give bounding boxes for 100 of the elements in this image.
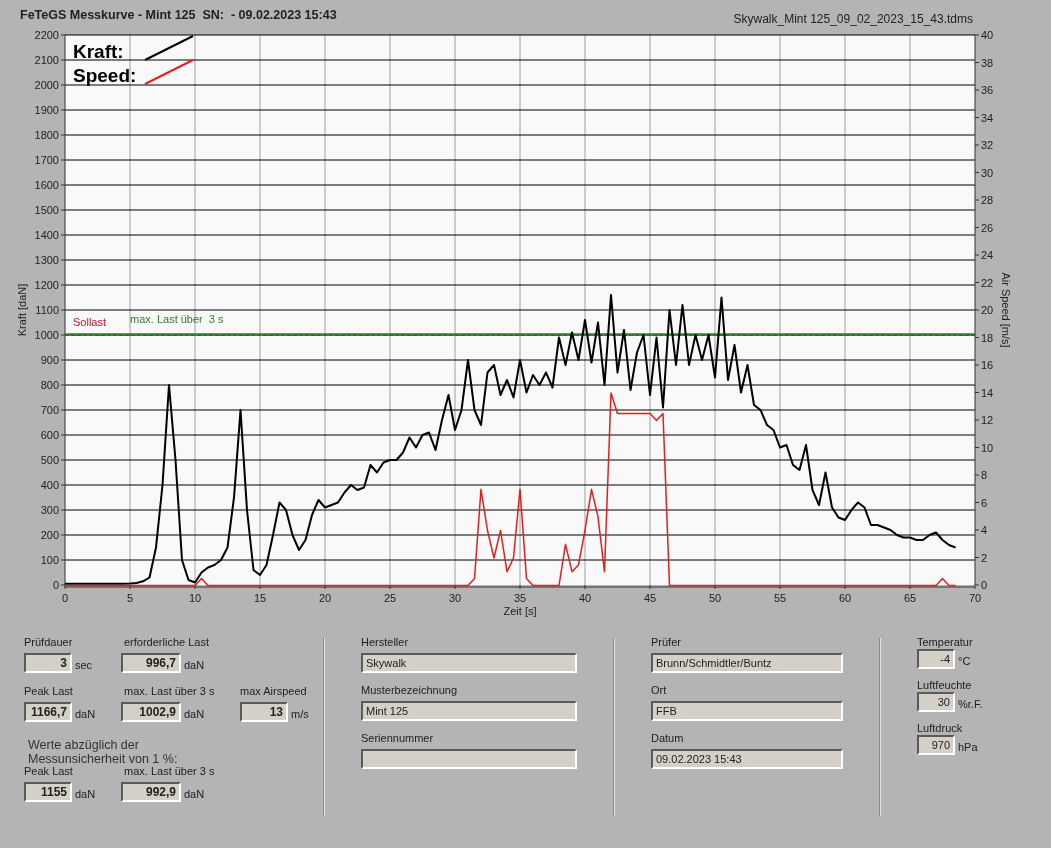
- axis-tick-label: 38: [981, 56, 994, 69]
- y-axis-label: Kraft [daN]: [16, 283, 28, 337]
- axis-tick-label: 800: [40, 379, 59, 391]
- field-label: max. Last über 3 s: [123, 765, 215, 778]
- axis-tick-label: 45: [643, 592, 657, 604]
- axis-tick-label: 1600: [34, 179, 59, 191]
- axis-tick-label: 35: [513, 592, 527, 604]
- axis-tick-label: 14: [981, 386, 994, 399]
- axis-tick-label: 60: [838, 592, 852, 604]
- axis-tick-label: 50: [708, 592, 722, 604]
- axis-tick-label: 28: [981, 194, 994, 206]
- axis-tick-label: 2100: [34, 54, 59, 66]
- annotation-label: max. Last über 3 s: [130, 313, 224, 326]
- field-label: Peak Last: [24, 765, 74, 778]
- value-field: 1002,9: [121, 702, 181, 722]
- axis-tick-label: 4: [981, 524, 988, 536]
- field-label: max. Last über 3 s: [123, 685, 216, 698]
- axis-tick-label: 6: [981, 496, 988, 509]
- axis-tick-label: 12: [981, 414, 994, 426]
- axis-tick-label: 26: [981, 221, 994, 234]
- value-field: 992,9: [121, 782, 181, 802]
- value-field: 30: [917, 692, 955, 712]
- axis-tick-label: 55: [773, 592, 787, 604]
- axis-tick-label: 16: [981, 359, 994, 371]
- value-field: 970: [917, 735, 955, 755]
- field-label: Luftdruck: [917, 722, 964, 735]
- axis-tick-label: 700: [40, 404, 59, 416]
- axis-tick-label: 2000: [34, 79, 59, 91]
- axis-tick-label: 1500: [34, 204, 59, 216]
- unit-label: m/s: [290, 706, 309, 722]
- axis-tick-label: 10: [188, 592, 202, 604]
- axis-tick-label: 1900: [34, 104, 59, 116]
- axis-tick-label: 600: [40, 429, 59, 441]
- legend-line-sample: [144, 59, 194, 85]
- legend-label: Speed:: [73, 65, 137, 86]
- axis-tick-label: 200: [40, 529, 59, 541]
- unit-label: daN: [183, 657, 205, 673]
- y-axis-label: Air Speed [m/s]: [1000, 272, 1012, 348]
- annotation-label: Sollast: [73, 316, 107, 328]
- axis-tick-label: 1100: [35, 304, 59, 316]
- axis-tick-label: 0: [52, 579, 59, 591]
- axis-tick-label: 400: [40, 479, 59, 491]
- field-label: Ort: [651, 684, 668, 697]
- file-name: Skywalk_Mint 125_09_02_2023_15_43.tdms: [733, 11, 973, 28]
- axis-tick-label: 1300: [34, 254, 59, 266]
- axis-tick-label: 8: [981, 469, 988, 481]
- field-label: Seriennummer: [361, 732, 435, 745]
- axis-tick-label: 0: [981, 579, 988, 591]
- axis-tick-label: 20: [981, 304, 994, 316]
- axis-tick-label: 100: [40, 554, 59, 566]
- axis-tick-label: 40: [578, 592, 592, 604]
- value-field: 13: [240, 702, 288, 722]
- field-label: Musterbezeichnung: [361, 684, 458, 697]
- axis-tick-label: 1800: [34, 129, 59, 141]
- axis-tick-label: 30: [981, 166, 994, 179]
- axis-tick-label: 70: [968, 592, 982, 604]
- field-label: max Airspeed: [240, 685, 308, 698]
- field-label: Datum: [651, 732, 685, 745]
- axis-tick-label: 32: [981, 139, 994, 151]
- legend-label: Kraft:: [73, 41, 124, 62]
- unit-label: °C: [957, 653, 971, 669]
- unit-label: daN: [74, 706, 96, 722]
- axis-tick-label: 10: [981, 441, 994, 454]
- axis-tick-label: 900: [40, 354, 59, 366]
- note-text: Werte abzüglich der Messunsicherheit von 1 %:: [28, 738, 179, 766]
- axis-tick-label: 15: [253, 592, 267, 604]
- unit-label: daN: [74, 786, 96, 802]
- axis-tick-label: 65: [903, 592, 917, 604]
- field-label: Prüfdauer: [24, 636, 74, 649]
- axis-tick-label: 1000: [34, 329, 59, 341]
- unit-label: daN: [183, 706, 205, 722]
- window-title: FeTeGS Messkurve - Mint 125 SN: - 09.02.2023 15:43: [20, 7, 337, 24]
- value-field: 3: [24, 653, 72, 673]
- axis-tick-label: 1200: [34, 279, 59, 291]
- field-label: Temperatur: [917, 636, 974, 649]
- axis-tick-label: 5: [126, 592, 134, 604]
- axis-tick-label: 40: [981, 29, 994, 41]
- axis-tick-label: 30: [448, 592, 462, 604]
- field-label: erforderliche Last: [123, 636, 209, 649]
- unit-label: daN: [183, 786, 205, 802]
- axis-tick-label: 34: [981, 111, 994, 124]
- value-field: -4: [917, 649, 955, 669]
- value-field: 996,7: [121, 653, 181, 673]
- axis-tick-label: 500: [40, 454, 59, 466]
- axis-tick-label: 24: [981, 249, 994, 261]
- x-axis-label: Zeit [s]: [503, 605, 537, 617]
- value-field: 1155: [24, 782, 72, 802]
- axis-tick-label: 2: [981, 551, 988, 564]
- axis-tick-label: 25: [383, 592, 397, 604]
- axis-tick-label: 18: [981, 331, 994, 344]
- axis-tick-label: 22: [981, 276, 994, 289]
- axis-tick-label: 36: [981, 84, 994, 96]
- axis-tick-label: 2200: [34, 29, 59, 41]
- axis-tick-label: 0: [61, 592, 69, 604]
- field-label: Hersteller: [361, 636, 410, 649]
- unit-label: hPa: [957, 739, 978, 755]
- field-label: Peak Last: [24, 685, 74, 698]
- axis-tick-label: 1700: [34, 154, 59, 166]
- unit-label: %r.F.: [957, 696, 983, 712]
- field-label: Luftfeuchte: [917, 679, 973, 692]
